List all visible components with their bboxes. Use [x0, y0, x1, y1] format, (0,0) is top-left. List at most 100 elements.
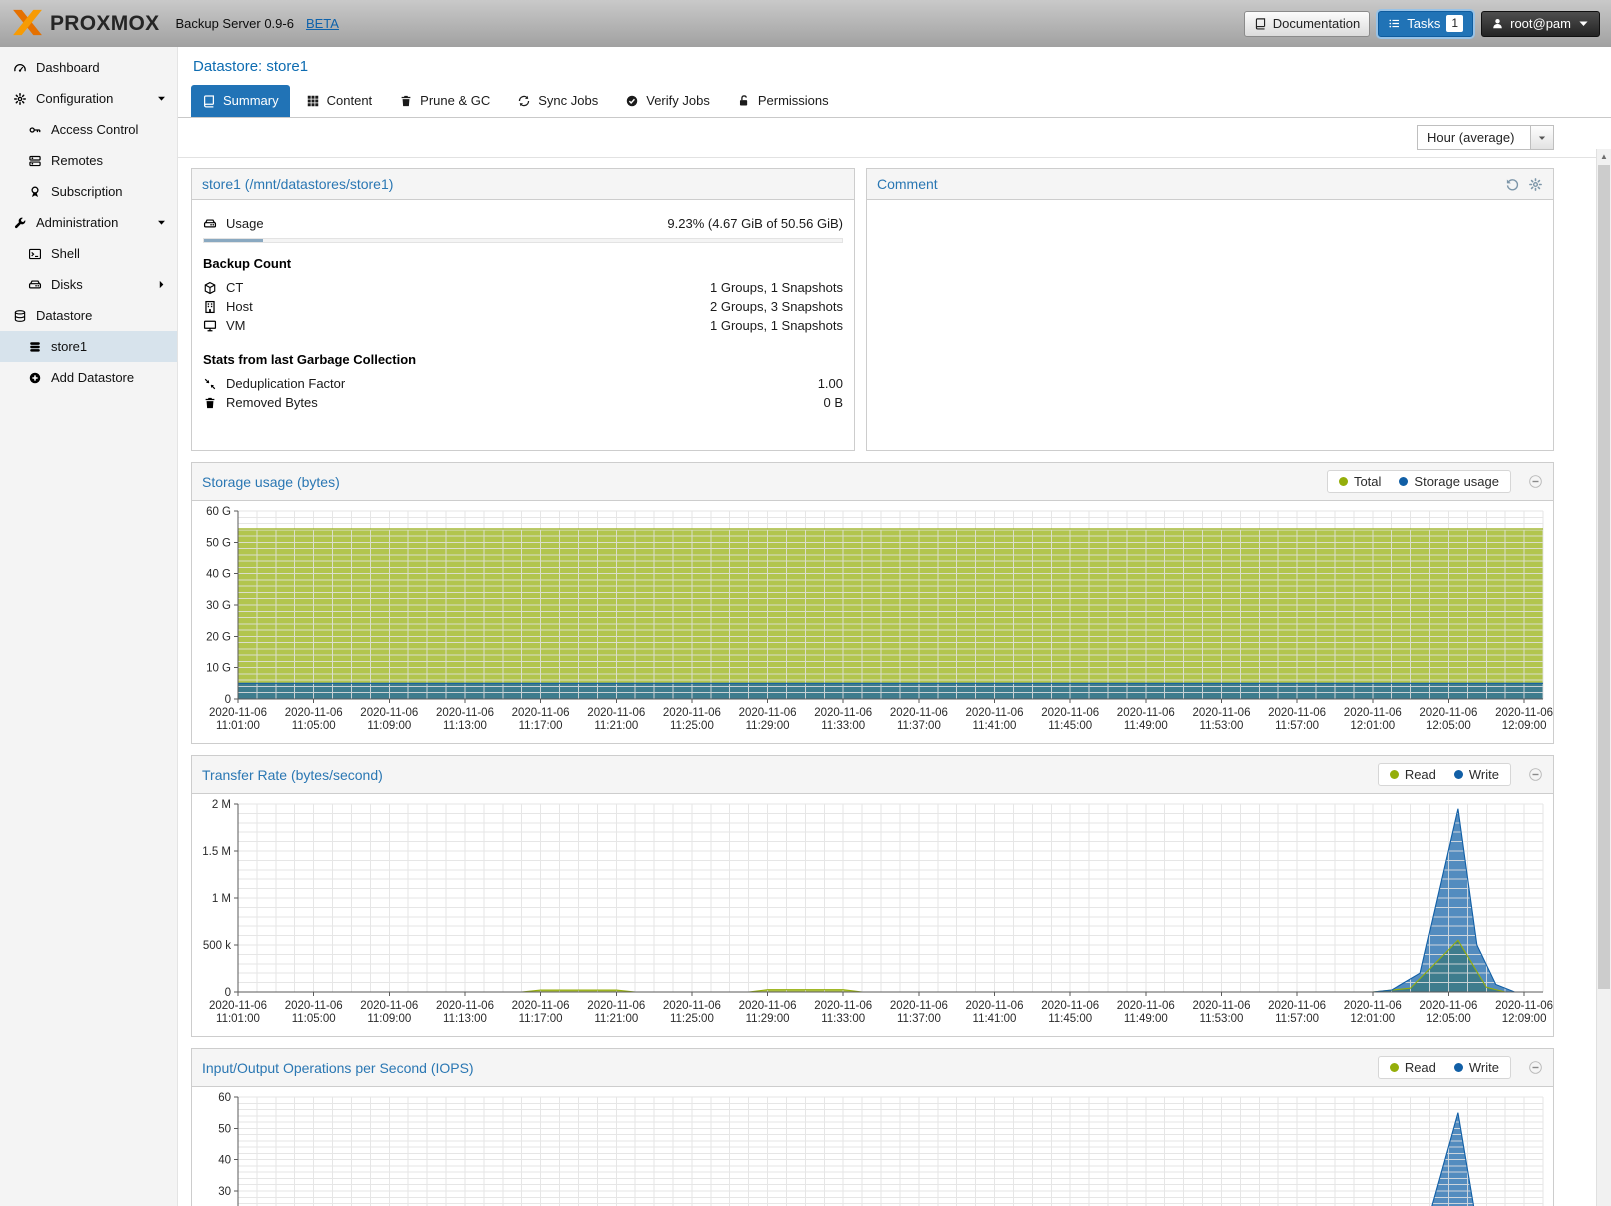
sidebar-item-store1[interactable]: store1	[0, 331, 177, 362]
plus-circle-icon	[28, 371, 42, 385]
row-value: 2 Groups, 3 Snapshots	[710, 299, 843, 314]
time-range-combobox[interactable]: Hour (average)	[1417, 125, 1554, 150]
legend-item-read[interactable]: Read	[1390, 1060, 1436, 1075]
svg-text:2020-11-06: 2020-11-06	[814, 707, 872, 719]
sidebar-item-label: Configuration	[36, 91, 113, 106]
certificate-icon	[28, 185, 42, 199]
legend-item-total[interactable]: Total	[1339, 474, 1381, 489]
tab-prune-gc[interactable]: Prune & GC	[388, 85, 501, 117]
sidebar-item-administration[interactable]: Administration	[0, 207, 177, 238]
tab-sync-jobs[interactable]: Sync Jobs	[506, 85, 609, 117]
svg-text:2020-11-06: 2020-11-06	[890, 707, 948, 719]
svg-text:11:09:00: 11:09:00	[367, 720, 411, 732]
collapse-chart-button[interactable]	[1528, 474, 1543, 489]
tasks-label: Tasks	[1407, 16, 1440, 31]
svg-text:40 G: 40 G	[206, 569, 231, 581]
svg-text:2020-11-06: 2020-11-06	[209, 1000, 267, 1012]
sidebar-item-configuration[interactable]: Configuration	[0, 83, 177, 114]
sidebar-item-datastore[interactable]: Datastore	[0, 300, 177, 331]
svg-text:2020-11-06: 2020-11-06	[512, 707, 570, 719]
chart-title: Storage usage (bytes)	[202, 474, 340, 490]
comment-panel: Comment	[866, 168, 1554, 451]
caret-down-icon[interactable]	[156, 93, 167, 104]
chart-body: 010 G20 G30 G40 G50 G60 G2020-11-0611:01…	[192, 501, 1553, 744]
svg-text:2020-11-06: 2020-11-06	[966, 707, 1024, 719]
collapse-chart-button[interactable]	[1528, 1060, 1543, 1075]
svg-text:2020-11-06: 2020-11-06	[739, 707, 797, 719]
tab-verify-jobs[interactable]: Verify Jobs	[614, 85, 721, 117]
legend-item-write[interactable]: Write	[1454, 767, 1499, 782]
sidebar-item-add-datastore[interactable]: Add Datastore	[0, 362, 177, 393]
sidebar-item-disks[interactable]: Disks	[0, 269, 177, 300]
svg-text:11:53:00: 11:53:00	[1200, 720, 1244, 732]
tasks-button[interactable]: Tasks 1	[1378, 11, 1473, 37]
comment-settings-button[interactable]	[1528, 177, 1543, 192]
chart-legend: Read Write	[1378, 763, 1511, 786]
tab-permissions[interactable]: Permissions	[726, 85, 840, 117]
svg-text:11:05:00: 11:05:00	[292, 720, 336, 732]
chevron-right-icon[interactable]	[156, 279, 167, 290]
combo-trigger-button[interactable]	[1530, 126, 1553, 149]
scroll-up-button[interactable]: ▲	[1597, 149, 1611, 164]
chart-body: 01020304050602020-11-0611:01:002020-11-0…	[192, 1087, 1553, 1206]
sidebar-item-shell[interactable]: Shell	[0, 238, 177, 269]
tab-content[interactable]: Content	[295, 85, 384, 117]
svg-text:2020-11-06: 2020-11-06	[663, 707, 721, 719]
svg-text:2020-11-06: 2020-11-06	[360, 1000, 418, 1012]
svg-text:11:25:00: 11:25:00	[670, 1013, 714, 1025]
row-label: Host	[226, 299, 253, 314]
svg-text:2020-11-06: 2020-11-06	[285, 707, 343, 719]
legend-item-read[interactable]: Read	[1390, 767, 1436, 782]
svg-text:2020-11-06: 2020-11-06	[360, 707, 418, 719]
check-circle-icon	[625, 94, 639, 108]
sidebar-item-dashboard[interactable]: Dashboard	[0, 52, 177, 83]
panel-header: Input/Output Operations per Second (IOPS…	[192, 1049, 1553, 1087]
svg-text:2020-11-06: 2020-11-06	[1117, 1000, 1175, 1012]
sidebar-item-subscription[interactable]: Subscription	[0, 176, 177, 207]
svg-text:60 G: 60 G	[206, 506, 231, 518]
svg-text:2 M: 2 M	[212, 799, 231, 811]
vertical-scrollbar[interactable]: ▲	[1596, 149, 1611, 1206]
svg-text:2020-11-06: 2020-11-06	[1344, 707, 1402, 719]
svg-text:2020-11-06: 2020-11-06	[814, 1000, 872, 1012]
user-menu-button[interactable]: root@pam	[1481, 11, 1600, 37]
sidebar-item-label: Shell	[51, 246, 80, 261]
row-label: Removed Bytes	[226, 395, 318, 410]
proxmox-brand: PROXMOX	[11, 9, 159, 39]
sidebar-item-access-control[interactable]: Access Control	[0, 114, 177, 145]
backup-count-row-ct: CT 1 Groups, 1 Snapshots	[203, 278, 843, 297]
trash-icon	[203, 396, 217, 410]
caret-down-icon[interactable]	[156, 217, 167, 228]
legend-item-write[interactable]: Write	[1454, 1060, 1499, 1075]
svg-text:11:13:00: 11:13:00	[443, 720, 487, 732]
comment-content[interactable]	[867, 200, 1553, 214]
legend-label: Storage usage	[1414, 474, 1499, 489]
svg-text:0: 0	[225, 694, 231, 706]
collapse-chart-button[interactable]	[1528, 767, 1543, 782]
tab-summary[interactable]: Summary	[191, 85, 290, 117]
scroll-thumb[interactable]	[1598, 165, 1610, 989]
svg-text:12:05:00: 12:05:00	[1426, 720, 1471, 732]
legend-item-storage-usage[interactable]: Storage usage	[1399, 474, 1499, 489]
svg-text:2020-11-06: 2020-11-06	[1344, 1000, 1402, 1012]
beta-link[interactable]: BETA	[306, 16, 339, 31]
documentation-button[interactable]: Documentation	[1244, 11, 1370, 37]
backup-count-title: Backup Count	[203, 256, 843, 271]
building-icon	[203, 300, 217, 314]
usage-progress-fill	[204, 239, 263, 242]
gear-icon	[13, 92, 27, 106]
reload-comment-button[interactable]	[1505, 177, 1520, 192]
tab-label: Summary	[223, 93, 279, 108]
svg-text:11:37:00: 11:37:00	[897, 1013, 941, 1025]
row-value: 1 Groups, 1 Snapshots	[710, 318, 843, 333]
usage-progress-bar	[203, 238, 843, 243]
svg-text:11:17:00: 11:17:00	[519, 720, 563, 732]
usage-label: Usage	[226, 216, 264, 231]
row-label: VM	[226, 318, 246, 333]
row-label: Deduplication Factor	[226, 376, 345, 391]
sidebar-item-remotes[interactable]: Remotes	[0, 145, 177, 176]
chart-legend: Read Write	[1378, 1056, 1511, 1079]
svg-text:2020-11-06: 2020-11-06	[1268, 1000, 1326, 1012]
minus-circle-icon	[1528, 474, 1543, 489]
iops-chart: 01020304050602020-11-0611:01:002020-11-0…	[192, 1089, 1553, 1206]
